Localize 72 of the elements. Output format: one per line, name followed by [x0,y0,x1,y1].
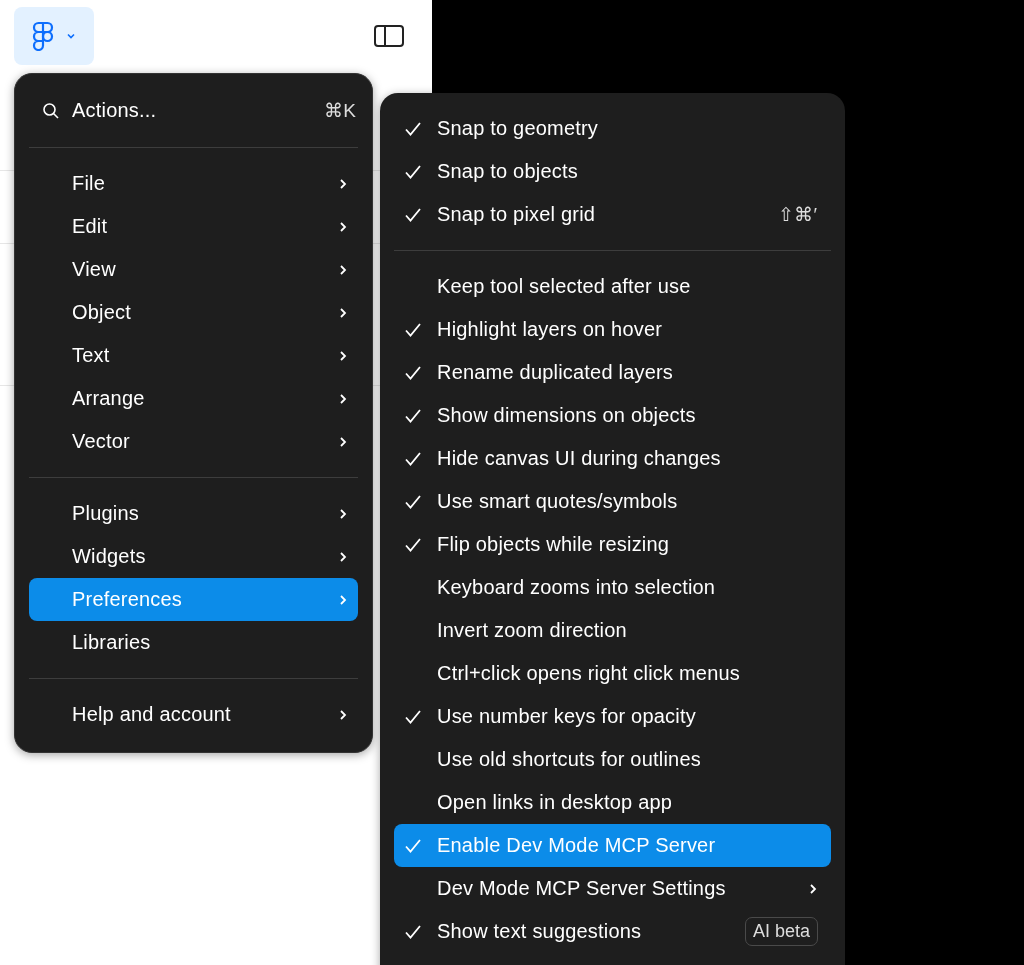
menu-item-label: Use old shortcuts for outlines [437,748,702,771]
menu-item[interactable]: Rename duplicated layers [394,351,831,394]
menu-item-label: Preferences [72,588,184,611]
menu-item-label: Keep tool selected after use [437,275,692,298]
menu-item-label: View [72,258,117,281]
caret-icon [66,32,76,40]
menu-item[interactable]: Arrange [29,377,358,420]
menu-item-label: Open links in desktop app [437,791,674,814]
menu-item[interactable]: Show text suggestions AI beta [394,910,831,953]
menu-item-label: Enable Dev Mode MCP Server [437,834,717,857]
menu-item-label: Snap to pixel grid [437,203,597,226]
menu-item-label: Highlight layers on hover [437,318,664,341]
menu-item[interactable]: Edit [29,205,358,248]
menu-item-label: Flip objects while resizing [437,533,671,556]
menu-item-label: Keyboard zooms into selection [437,576,717,599]
menu-item-label: Arrange [72,387,146,410]
menu-item-label: Libraries [72,631,152,654]
ai-beta-badge: AI beta [744,917,818,946]
menu-item[interactable]: Highlight layers on hover [394,308,831,351]
menu-item-label: Hide canvas UI during changes [437,447,722,470]
sidebar-toggle-icon[interactable] [374,25,404,47]
search-icon [42,101,60,120]
menu-item[interactable]: Vector [29,420,358,463]
menu-item-label: Help and account [72,703,232,726]
menu-item[interactable]: Widgets [29,535,358,578]
menu-item[interactable]: Snap to objects [394,150,831,193]
logo-icon [32,21,54,51]
menu-item-label: Use smart quotes/symbols [437,490,679,513]
menu-item[interactable]: Snap to geometry [394,107,831,150]
menu-item[interactable]: Keyboard zooms into selection [394,566,831,609]
menu-item-label: Edit [72,215,109,238]
menu-item[interactable]: Flip objects while resizing [394,523,831,566]
menu-item-label: Plugins [72,502,140,525]
menu-item[interactable]: Use number keys for opacity [394,695,831,738]
main-menu-button[interactable] [14,7,94,65]
menu-item-label: Snap to objects [437,160,579,183]
menu-item[interactable]: Ctrl+click opens right click menus [394,652,831,695]
shortcut-text: ⌘K [324,99,357,122]
menu-item[interactable]: Plugins [29,492,358,535]
menu-item[interactable]: View [29,248,358,291]
menu-item[interactable]: Text [29,334,358,377]
menu-item[interactable]: Show dimensions on objects [394,394,831,437]
shortcut-text: ⇧⌘′ [778,203,817,226]
menu-item[interactable]: Invert zoom direction [394,609,831,652]
menu-item-label: Show dimensions on objects [437,404,697,427]
menu-item[interactable]: Use old shortcuts for outlines [394,738,831,781]
actions-label: Actions... [72,99,158,122]
menu-item-label: Widgets [72,545,147,568]
menu-item[interactable]: Preferences [29,578,358,621]
menu-item[interactable]: Use smart quotes/symbols [394,480,831,523]
menu-item[interactable]: Keep tool selected after use [394,265,831,308]
menu-item-label: File [72,172,107,195]
menu-item[interactable]: Libraries [29,621,358,664]
menu-item-label: Rename duplicated layers [437,361,675,384]
menu-item-label: Text [72,344,111,367]
menu-item-label: Invert zoom direction [437,619,628,642]
menu-item[interactable]: Enable Dev Mode MCP Server [394,824,831,867]
menu-item-label: Ctrl+click opens right click menus [437,662,741,685]
menu-item-label: Snap to geometry [437,117,600,140]
menu-item-label: Show text suggestions [437,920,643,943]
menu-item[interactable]: Dev Mode MCP Server Settings [394,867,831,910]
menu-item-label: Object [72,301,132,324]
menu-item[interactable]: File [29,162,358,205]
menu-item-label: Dev Mode MCP Server Settings [437,877,727,900]
menu-item-label: Vector [72,430,131,453]
menu-item[interactable]: Hide canvas UI during changes [394,437,831,480]
actions-search[interactable]: Actions... ⌘K [29,89,358,132]
menu-item[interactable]: Snap to pixel grid ⇧⌘′ [394,193,831,236]
menu-item[interactable]: Open links in desktop app [394,781,831,824]
menu-item[interactable]: Help and account [29,693,358,736]
menu-item[interactable]: Object [29,291,358,334]
menu-item-label: Use number keys for opacity [437,705,697,728]
